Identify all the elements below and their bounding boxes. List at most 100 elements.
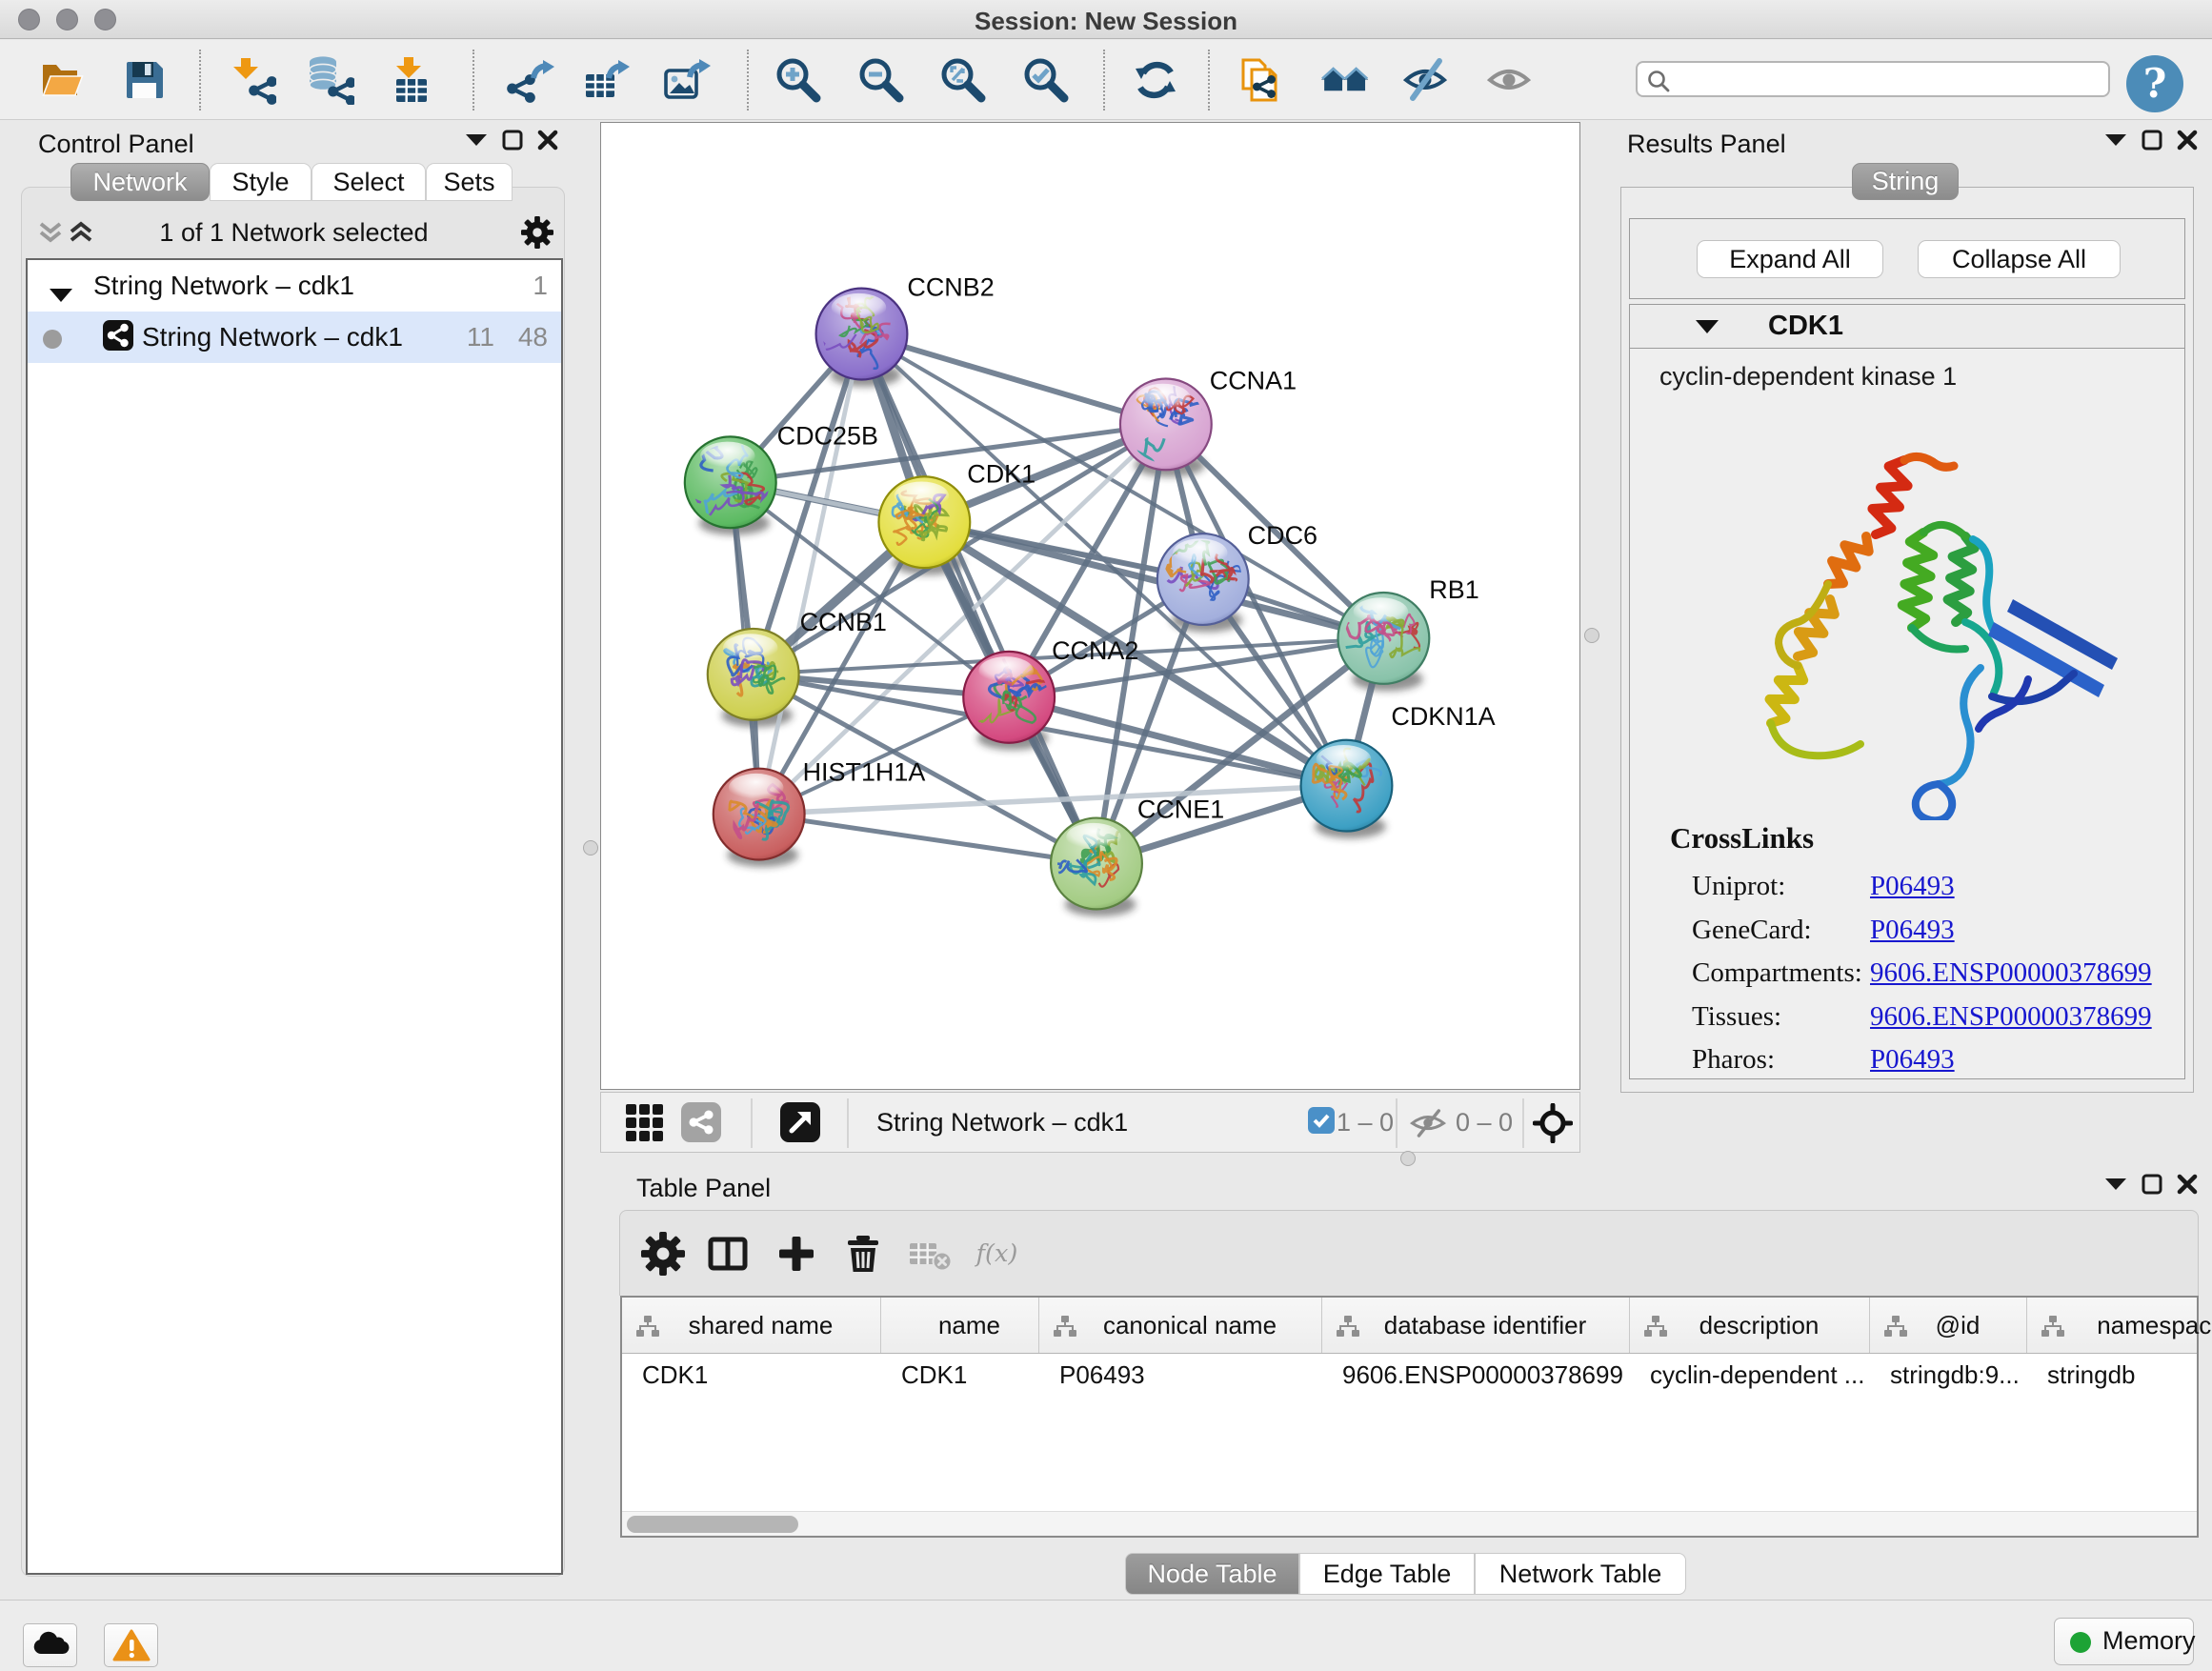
save-session-icon[interactable]	[120, 55, 170, 105]
network-options-gear-icon[interactable]	[521, 216, 553, 253]
selected-checkbox-icon[interactable]	[1308, 1107, 1335, 1138]
bottom-splitter-handle[interactable]	[1400, 1151, 1416, 1166]
birds-eye-view-icon[interactable]	[1533, 1103, 1573, 1148]
table-settings-gear-icon[interactable]	[641, 1232, 685, 1276]
results-tab-string[interactable]: String	[1852, 163, 1959, 200]
table-cell[interactable]: P06493	[1059, 1360, 1319, 1390]
help-button[interactable]: ?	[2126, 55, 2183, 112]
column-header-canonical-name[interactable]: canonical name	[1039, 1298, 1322, 1353]
table-horizontal-scrollbar[interactable]	[622, 1511, 2197, 1536]
column-header-shared-name[interactable]: shared name	[622, 1298, 881, 1353]
function-builder-icon[interactable]: f(x)	[975, 1232, 1018, 1276]
column-header-namespace[interactable]: namespace	[2027, 1298, 2212, 1353]
network-node-CCNB2	[799, 281, 907, 379]
column-header--id[interactable]: @id	[1870, 1298, 2027, 1353]
node-table[interactable]: shared namenamecanonical namedatabase id…	[620, 1296, 2199, 1538]
table-cell[interactable]: CDK1	[642, 1360, 878, 1390]
panel-float-icon[interactable]	[502, 130, 523, 151]
export-image-icon[interactable]	[662, 55, 712, 105]
panel-float-icon[interactable]	[2142, 130, 2162, 151]
open-session-icon[interactable]	[37, 55, 87, 105]
memory-button[interactable]: Memory	[2054, 1618, 2194, 1665]
delete-column-icon[interactable]	[841, 1232, 885, 1276]
table-cell[interactable]: stringdb	[2047, 1360, 2212, 1390]
search-box[interactable]	[1636, 61, 2110, 97]
crosslink-row: Uniprot:P06493	[1692, 871, 1785, 902]
left-splitter-handle[interactable]	[583, 840, 598, 856]
hide-selected-icon[interactable]	[1401, 55, 1451, 105]
tab-network-table[interactable]: Network Table	[1475, 1553, 1686, 1595]
import-table-file-icon[interactable]	[387, 55, 436, 105]
crosslink-link[interactable]: P06493	[1870, 1044, 1955, 1076]
clone-network-icon[interactable]	[1236, 55, 1285, 105]
table-cell[interactable]: 9606.ENSP00000378699	[1342, 1360, 1627, 1390]
zoom-in-icon[interactable]	[774, 55, 823, 105]
tab-select[interactable]: Select	[312, 163, 426, 201]
zoom-out-icon[interactable]	[856, 55, 906, 105]
search-icon	[1646, 69, 1671, 93]
scrollbar-thumb[interactable]	[627, 1516, 798, 1533]
tab-network[interactable]: Network	[70, 163, 210, 201]
crosslink-link[interactable]: P06493	[1870, 871, 1955, 902]
search-input[interactable]	[1678, 65, 2097, 93]
tab-sets[interactable]: Sets	[426, 163, 513, 201]
panel-float-icon[interactable]	[2142, 1174, 2162, 1195]
gene-section-header[interactable]: CDK1	[1629, 304, 2185, 348]
collapse-all-button[interactable]: Collapse All	[1918, 240, 2121, 278]
collection-expander-icon[interactable]	[49, 279, 73, 310]
column-header-description[interactable]: description	[1630, 1298, 1870, 1353]
export-network-icon[interactable]	[507, 55, 556, 105]
control-panel-header-icons	[465, 130, 558, 151]
gene-name: CDK1	[1768, 311, 1843, 342]
tab-style[interactable]: Style	[210, 163, 312, 201]
network-node-CCNA1	[1120, 372, 1212, 470]
panel-menu-icon[interactable]	[2104, 133, 2127, 147]
gene-details: cyclin-dependent kinase 1 CrossLinks Uni…	[1629, 348, 2185, 1079]
zoom-selected-icon[interactable]	[1021, 55, 1071, 105]
hidden-eye-icon[interactable]	[1409, 1109, 1447, 1142]
panel-menu-icon[interactable]	[465, 133, 488, 147]
panel-close-icon[interactable]	[537, 130, 558, 151]
network-collection-row[interactable]: String Network – cdk1 1	[28, 260, 561, 312]
grid-view-icon[interactable]	[626, 1104, 664, 1147]
show-all-icon[interactable]	[1485, 55, 1535, 105]
warning-status-button[interactable]	[104, 1623, 158, 1667]
zoom-fit-icon[interactable]	[938, 55, 988, 105]
table-cell[interactable]: stringdb:9...	[1890, 1360, 2024, 1390]
export-view-icon[interactable]	[780, 1102, 820, 1147]
cloud-status-button[interactable]	[23, 1623, 77, 1667]
crosslink-link[interactable]: 9606.ENSP00000378699	[1870, 1001, 2152, 1033]
toolbar-separator	[1208, 50, 1210, 111]
export-table-icon[interactable]	[582, 55, 632, 105]
first-neighbors-icon[interactable]	[1320, 55, 1370, 105]
tab-edge-table[interactable]: Edge Table	[1299, 1553, 1475, 1595]
crosslink-label: Pharos:	[1692, 1044, 1775, 1075]
column-header-database-identifier[interactable]: database identifier	[1322, 1298, 1630, 1353]
network-row[interactable]: String Network – cdk1 11 48	[28, 312, 561, 363]
delete-table-icon[interactable]	[908, 1232, 952, 1276]
crosslink-link[interactable]: P06493	[1870, 915, 1955, 946]
svg-text:f(x): f(x)	[975, 1239, 1017, 1268]
column-header-name[interactable]: name	[881, 1298, 1039, 1353]
panel-close-icon[interactable]	[2177, 130, 2198, 151]
import-network-database-icon[interactable]	[305, 55, 354, 105]
panel-close-icon[interactable]	[2177, 1174, 2198, 1195]
network-view-canvas[interactable]: CCNB2CCNA1CDC25BCDK1CDC6RB1CCNB1CCNA2CDK…	[600, 122, 1580, 1090]
network-node-HIST1H1A	[714, 769, 805, 860]
split-columns-icon[interactable]	[706, 1232, 750, 1276]
crosslink-link[interactable]: 9606.ENSP00000378699	[1870, 957, 2152, 989]
collection-count: 1	[533, 271, 548, 301]
expand-all-button[interactable]: Expand All	[1697, 240, 1883, 278]
table-cell[interactable]: cyclin-dependent ...	[1650, 1360, 1867, 1390]
gene-expander-icon[interactable]	[1695, 319, 1719, 339]
right-splitter-handle[interactable]	[1584, 628, 1599, 643]
tab-node-table[interactable]: Node Table	[1125, 1553, 1299, 1595]
panel-menu-icon[interactable]	[2104, 1178, 2127, 1191]
apply-layout-icon[interactable]	[1131, 55, 1180, 105]
toolbar-separator	[473, 50, 474, 111]
add-column-icon[interactable]	[774, 1232, 818, 1276]
network-share-view-icon[interactable]	[681, 1102, 721, 1147]
import-network-file-icon[interactable]	[227, 55, 276, 105]
table-cell[interactable]: CDK1	[901, 1360, 1036, 1390]
table-header-row: shared namenamecanonical namedatabase id…	[622, 1298, 2197, 1354]
